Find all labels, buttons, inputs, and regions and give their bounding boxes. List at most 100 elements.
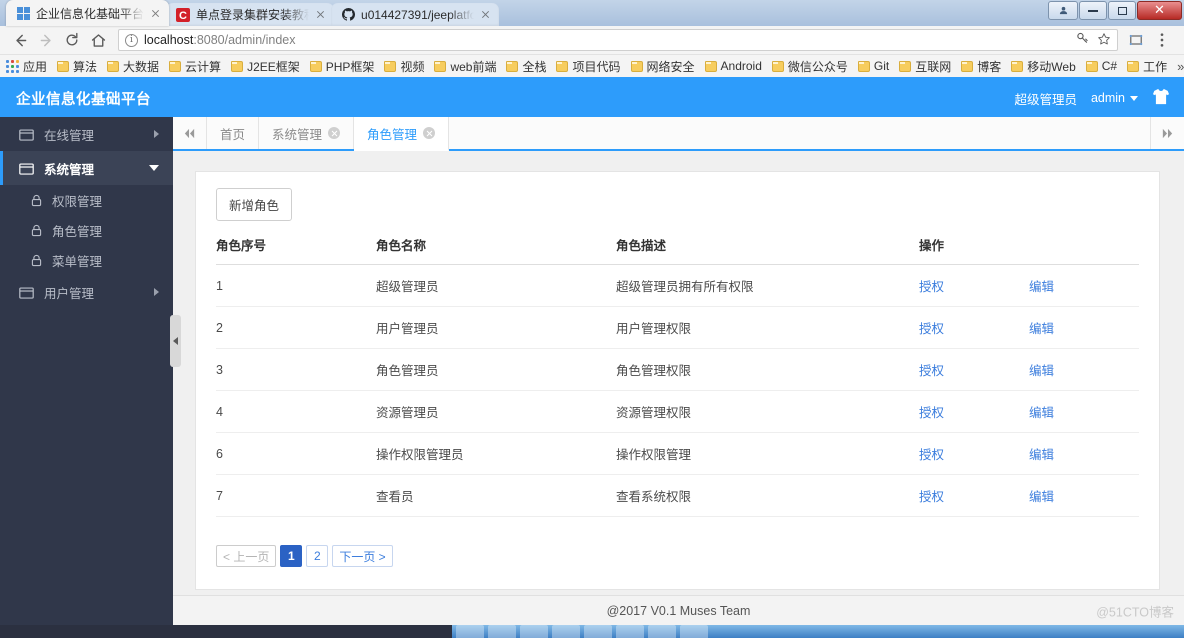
bookmark-label: PHP框架 (325, 59, 375, 74)
back-arrow-icon[interactable] (8, 28, 32, 52)
bookmark-item[interactable]: C# (1085, 59, 1117, 73)
pagination-prev-button[interactable]: < 上一页 (216, 545, 277, 567)
bookmark-item[interactable]: 全栈 (506, 58, 546, 75)
home-icon[interactable] (86, 28, 110, 52)
sidebar-item-online-management[interactable]: 在线管理 (0, 117, 173, 151)
browser-tab-0[interactable]: 企业信息化基础平台 (6, 0, 170, 26)
folder-icon (309, 60, 322, 72)
bookmarks-overflow-button[interactable]: » (1177, 59, 1184, 74)
edit-link[interactable]: 编辑 (1029, 322, 1054, 336)
bookmark-item[interactable]: 微信公众号 (771, 58, 848, 75)
sidebar-item-user-management[interactable]: 用户管理 (0, 275, 173, 309)
pagination-next-button[interactable]: 下一页 > (332, 545, 393, 567)
grant-link[interactable]: 授权 (919, 448, 944, 462)
forward-arrow-icon[interactable] (34, 28, 58, 52)
watermark-text: @51CTO博客 (1096, 605, 1174, 619)
cell-desc: 查看系统权限 (616, 474, 919, 517)
close-icon[interactable] (313, 7, 328, 22)
table-header-row: 角色序号 角色名称 角色描述 操作 (216, 227, 1139, 265)
bookmark-item[interactable]: web前端 (434, 58, 496, 75)
content-tab-home[interactable]: 首页 (207, 117, 260, 149)
close-window-button[interactable]: ✕ (1137, 1, 1182, 20)
sidebar-item-menu-management[interactable]: 菜单管理 (0, 245, 173, 275)
edit-link[interactable]: 编辑 (1029, 490, 1054, 504)
bookmark-item[interactable]: 网络安全 (630, 58, 695, 75)
close-icon[interactable] (148, 6, 163, 21)
scroll-right-icon[interactable] (1150, 117, 1184, 149)
bookmark-item[interactable]: 移动Web (1011, 58, 1076, 75)
cell-desc: 操作权限管理 (616, 432, 919, 475)
sidebar-item-permission-management[interactable]: 权限管理 (0, 185, 173, 215)
taskbar-icon[interactable] (616, 625, 644, 638)
bookmark-item[interactable]: 项目代码 (556, 58, 621, 75)
column-header-actions: 操作 (919, 227, 1029, 265)
browser-navbar: i localhost:8080/admin/index (0, 26, 1184, 55)
content-tab-role-management[interactable]: 角色管理 (354, 117, 450, 151)
star-icon[interactable] (1097, 32, 1111, 49)
bookmark-item[interactable]: 互联网 (899, 58, 951, 75)
page-info-icon[interactable]: i (125, 33, 138, 47)
three-dot-menu-icon[interactable] (1150, 28, 1174, 52)
shirt-icon[interactable] (1152, 88, 1170, 108)
bookmark-item[interactable]: Android (704, 59, 762, 73)
edit-link[interactable]: 编辑 (1029, 364, 1054, 378)
close-icon[interactable] (328, 127, 341, 139)
bookmark-item[interactable]: J2EE框架 (231, 58, 300, 75)
grant-link[interactable]: 授权 (919, 364, 944, 378)
user-account-icon[interactable] (1048, 1, 1078, 20)
bookmark-label: 大数据 (123, 59, 160, 74)
bookmark-apps[interactable]: 应用 (6, 58, 47, 75)
taskbar-icon[interactable] (456, 625, 484, 638)
minimize-button[interactable] (1079, 1, 1107, 20)
bookmark-item[interactable]: 工作 (1127, 58, 1167, 75)
maximize-button[interactable] (1108, 1, 1136, 20)
sidebar-item-system-management[interactable]: 系统管理 (0, 151, 173, 185)
taskbar-icon[interactable] (648, 625, 676, 638)
scroll-left-icon[interactable] (173, 117, 207, 149)
content-tab-system-management[interactable]: 系统管理 (259, 117, 355, 149)
grant-link[interactable]: 授权 (919, 280, 944, 294)
grant-link[interactable]: 授权 (919, 406, 944, 420)
taskbar-icon[interactable] (584, 625, 612, 638)
taskbar-icon[interactable] (520, 625, 548, 638)
browser-tab-2[interactable]: u014427391/jeeplatfor (331, 3, 500, 26)
add-role-button[interactable]: 新增角色 (216, 188, 293, 221)
bookmark-item[interactable]: 算法 (57, 58, 97, 75)
csdn-icon: C (176, 7, 191, 22)
user-menu[interactable]: admin (1091, 91, 1138, 105)
bookmark-item[interactable]: 大数据 (107, 58, 159, 75)
edit-link[interactable]: 编辑 (1029, 406, 1054, 420)
key-icon[interactable] (1076, 32, 1089, 48)
close-icon[interactable] (478, 7, 493, 22)
bookmark-item[interactable]: 视频 (384, 58, 424, 75)
reload-icon[interactable] (60, 28, 84, 52)
address-bar[interactable]: i localhost:8080/admin/index (118, 29, 1118, 51)
cell-edit: 编辑 (1029, 306, 1139, 349)
sidebar-item-role-management[interactable]: 角色管理 (0, 215, 173, 245)
edit-link[interactable]: 编辑 (1029, 280, 1054, 294)
bookmark-item[interactable]: 云计算 (169, 58, 221, 75)
cell-grant: 授权 (919, 348, 1029, 391)
pagination-page-1[interactable]: 1 (280, 545, 303, 567)
taskbar-icon[interactable] (552, 625, 580, 638)
roles-table: 角色序号 角色名称 角色描述 操作 1 超级管理员 超级管理员拥有所有权限 授权… (216, 227, 1139, 517)
bookmark-label: 算法 (73, 59, 98, 74)
bookmark-item[interactable]: PHP框架 (309, 58, 375, 75)
cell-edit: 编辑 (1029, 264, 1139, 307)
pagination-page-2[interactable]: 2 (306, 545, 329, 567)
browser-tab-1[interactable]: C 单点登录集群安装教程 - (166, 3, 335, 26)
lock-icon (30, 194, 44, 207)
grant-link[interactable]: 授权 (919, 490, 944, 504)
cast-icon[interactable] (1124, 28, 1148, 52)
cell-desc: 用户管理权限 (616, 306, 919, 349)
close-icon[interactable] (423, 127, 436, 139)
bookmark-item[interactable]: 博客 (961, 58, 1001, 75)
taskbar-icon[interactable] (488, 625, 516, 638)
taskbar-icon[interactable] (680, 625, 708, 638)
sidebar-collapse-handle[interactable] (170, 315, 181, 367)
grant-link[interactable]: 授权 (919, 322, 944, 336)
content-region: 新增角色 角色序号 角色名称 角色描述 操作 1 超级管理员 超级管理员拥有所有… (173, 151, 1184, 595)
bookmark-item[interactable]: Git (857, 59, 889, 73)
cell-edit: 编辑 (1029, 432, 1139, 475)
edit-link[interactable]: 编辑 (1029, 448, 1054, 462)
